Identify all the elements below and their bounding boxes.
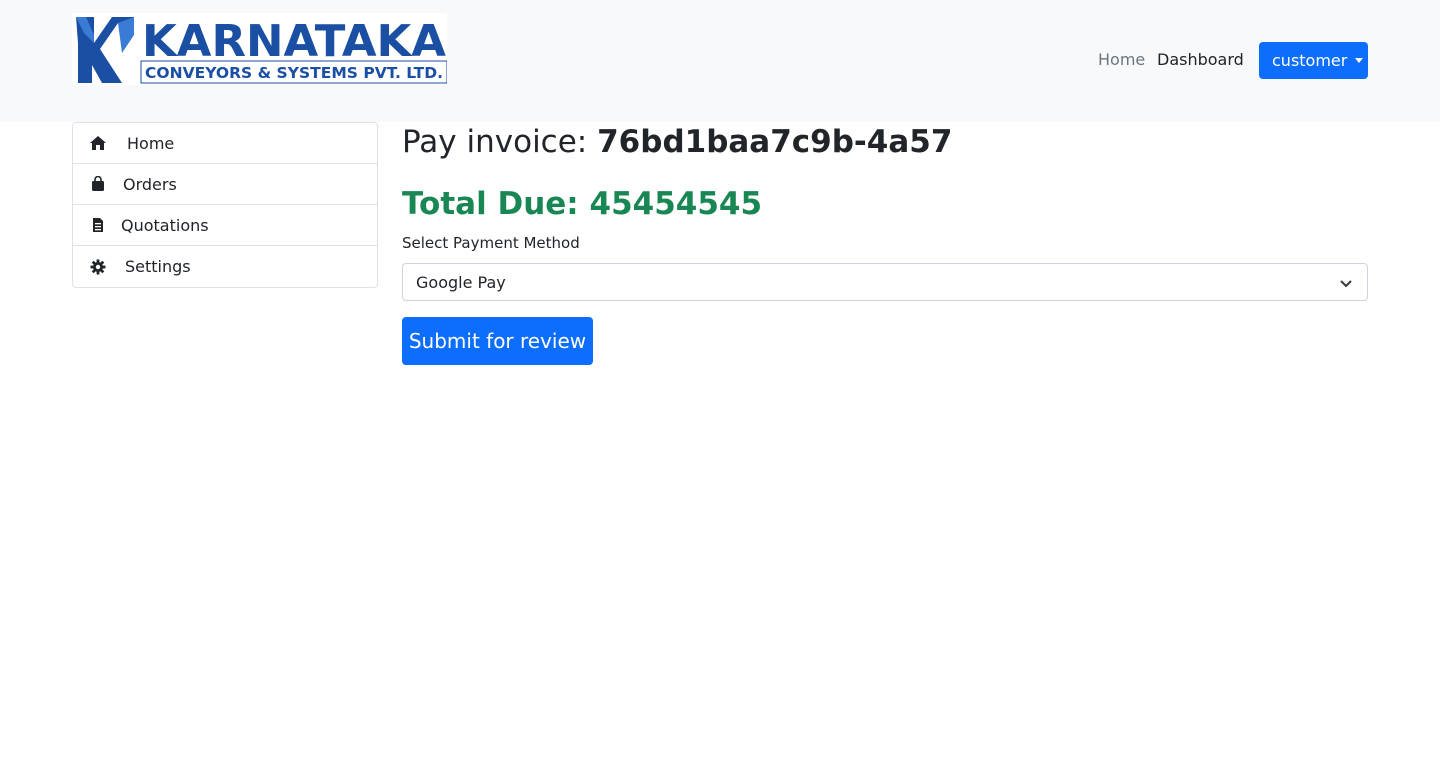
sidebar-item-settings[interactable]: Settings: [73, 246, 377, 287]
gear-icon: [89, 258, 107, 276]
total-due-value: 45454545: [589, 186, 763, 222]
document-icon: [89, 216, 107, 234]
company-logo[interactable]: KARNATAKA CONVEYORS & SYSTEMS PVT. LTD.: [72, 13, 447, 85]
caret-down-icon: [1355, 58, 1364, 63]
sidebar-item-label: Orders: [123, 174, 177, 194]
sidebar-item-label: Home: [127, 133, 175, 153]
nav-home-link[interactable]: Home: [1098, 50, 1145, 69]
sidebar-item-orders[interactable]: Orders: [73, 164, 377, 205]
payment-method-value: Google Pay: [416, 272, 506, 292]
sidebar: Home Orders Quotations Settings: [72, 122, 378, 288]
sidebar-item-home[interactable]: Home: [73, 123, 377, 164]
submit-for-review-button[interactable]: Submit for review: [402, 317, 593, 365]
svg-text:CONVEYORS & SYSTEMS PVT. LTD.: CONVEYORS & SYSTEMS PVT. LTD.: [145, 64, 443, 82]
svg-text:KARNATAKA: KARNATAKA: [142, 16, 446, 67]
sidebar-item-label: Quotations: [121, 215, 209, 235]
payment-method-select[interactable]: Google Pay: [402, 263, 1368, 301]
total-due: Total Due: 45454545: [402, 186, 762, 222]
shopping-bag-icon: [89, 175, 107, 193]
total-due-label: Total Due:: [402, 186, 579, 222]
sidebar-item-quotations[interactable]: Quotations: [73, 205, 377, 246]
customer-dropdown-label: customer: [1272, 51, 1348, 70]
page-title: Pay invoice: 76bd1baa7c9b-4a57: [402, 124, 952, 160]
sidebar-item-label: Settings: [125, 257, 191, 276]
title-prefix: Pay invoice:: [402, 124, 588, 160]
payment-method-label: Select Payment Method: [402, 234, 580, 252]
home-icon: [89, 134, 107, 152]
top-navbar: KARNATAKA CONVEYORS & SYSTEMS PVT. LTD. …: [0, 0, 1440, 122]
chevron-down-icon: [1339, 276, 1353, 295]
invoice-id: 76bd1baa7c9b-4a57: [597, 124, 953, 160]
nav-dashboard-link[interactable]: Dashboard: [1157, 50, 1244, 69]
customer-dropdown-button[interactable]: customer: [1259, 42, 1368, 79]
